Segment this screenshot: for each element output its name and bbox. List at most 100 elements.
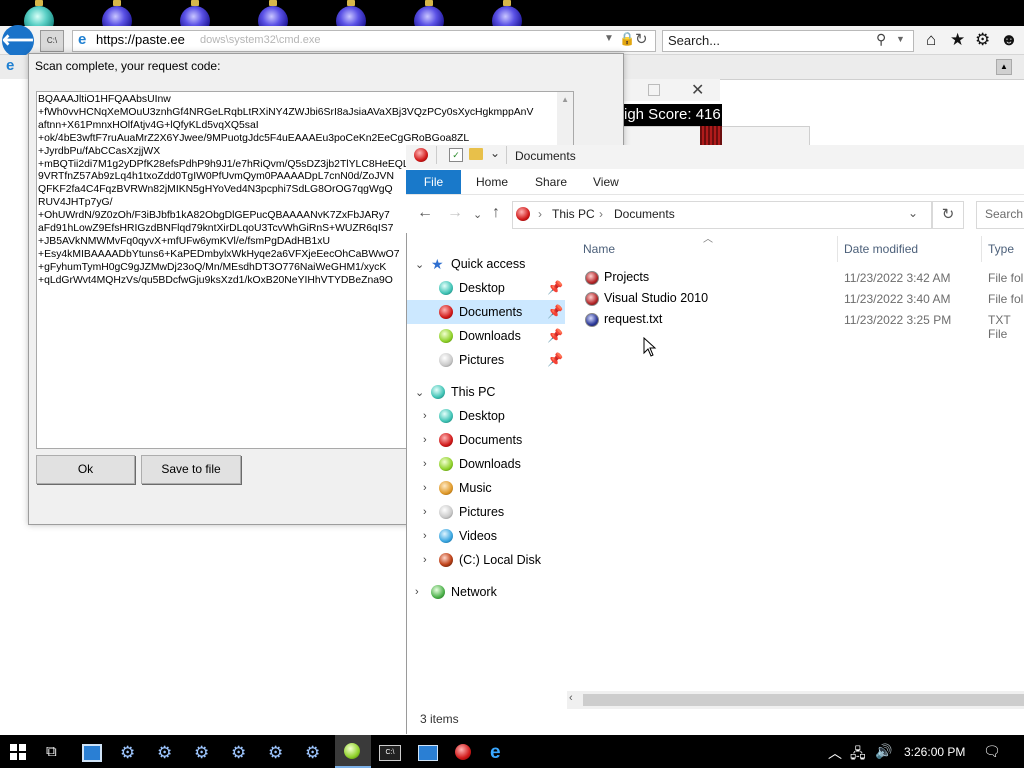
column-divider[interactable] — [837, 236, 838, 262]
taskbar-app-icon[interactable]: ⚙ — [194, 743, 218, 767]
desktop-icon — [439, 281, 453, 295]
taskbar-app-icon[interactable]: ⚙ — [231, 743, 255, 767]
column-header-date[interactable]: Date modified — [844, 242, 918, 256]
status-item-count: 3 items — [420, 712, 459, 726]
nav-pc-videos[interactable]: Videos — [459, 524, 497, 548]
forward-arrow-icon[interactable]: → — [447, 203, 463, 223]
nav-quick-documents[interactable]: Documents — [459, 300, 522, 324]
notifications-icon[interactable]: 🗨 — [983, 743, 1001, 760]
scroll-up-icon[interactable]: ▲ — [996, 59, 1012, 75]
music-icon — [439, 481, 453, 495]
breadcrumb-documents[interactable]: Documents — [614, 207, 675, 221]
file-name[interactable]: request.txt — [604, 312, 662, 326]
search-dropdown-icon[interactable]: ▼ — [896, 34, 905, 44]
pin-icon[interactable]: 📌 — [547, 352, 563, 368]
close-icon[interactable]: ✕ — [691, 80, 704, 100]
gear-icon[interactable]: ⚙ — [975, 30, 990, 50]
recent-locations-icon[interactable]: ⌄ — [473, 205, 482, 225]
taskbar-app-icon[interactable]: ⚙ — [268, 743, 292, 767]
expand-chevron-icon[interactable]: ⌄ — [415, 386, 424, 399]
ie-tab-icon[interactable]: e — [6, 58, 22, 74]
volume-icon[interactable]: 🔊 — [875, 743, 892, 760]
file-name[interactable]: Visual Studio 2010 — [604, 291, 708, 305]
nav-quick-access[interactable]: Quick access — [451, 252, 525, 276]
column-header-name[interactable]: Name — [583, 242, 615, 256]
nav-pc-music[interactable]: Music — [459, 476, 492, 500]
explorer-title: Documents — [515, 149, 576, 163]
nav-pc-documents[interactable]: Documents — [459, 428, 522, 452]
column-header-type[interactable]: Type — [988, 242, 1014, 256]
tab-view[interactable]: View — [593, 175, 619, 189]
scroll-left-icon[interactable]: ‹ — [569, 692, 573, 704]
favorites-star-icon[interactable]: ★ — [950, 30, 965, 50]
scrollbar-thumb[interactable] — [583, 694, 1024, 706]
search-icon[interactable]: ⚲ — [876, 31, 886, 48]
collapse-chevron-icon[interactable]: › — [423, 554, 427, 566]
task-view-icon[interactable]: ⧉ — [46, 743, 57, 760]
network-tray-icon[interactable]: 🖧 — [850, 743, 866, 767]
nav-pc-local-disk[interactable]: (C:) Local Disk — [459, 548, 541, 572]
cmd-app-icon[interactable]: C:\ — [379, 745, 401, 761]
ie-app-icon[interactable]: e — [490, 742, 501, 764]
taskbar-clock[interactable]: 3:26:00 PM — [904, 745, 965, 759]
feedback-icon[interactable]: ☻ — [1000, 30, 1018, 50]
up-arrow-icon[interactable]: ↑ — [492, 203, 500, 223]
taskbar-app-icon[interactable]: ⚙ — [157, 743, 181, 767]
column-divider[interactable] — [981, 236, 982, 262]
refresh-icon[interactable]: ↻ — [635, 30, 648, 48]
explorer-app-icon[interactable] — [455, 744, 471, 760]
save-to-file-button[interactable]: Save to file — [141, 455, 241, 484]
game-high-score: igh Score: 416 — [622, 104, 722, 126]
windows-start-icon[interactable] — [10, 744, 26, 760]
breadcrumb-separator-icon[interactable]: › — [538, 207, 542, 221]
explorer-search-placeholder: Search — [985, 207, 1024, 221]
customize-toolbar-icon[interactable]: ⌄ — [490, 146, 500, 160]
back-arrow-icon[interactable]: ← — [417, 203, 433, 223]
new-folder-icon[interactable] — [469, 148, 483, 160]
nav-this-pc[interactable]: This PC — [451, 380, 495, 404]
nav-quick-desktop[interactable]: Desktop — [459, 276, 505, 300]
nav-pc-desktop[interactable]: Desktop — [459, 404, 505, 428]
nav-pc-downloads[interactable]: Downloads — [459, 452, 521, 476]
nav-network[interactable]: Network — [451, 580, 497, 604]
address-dropdown-icon[interactable]: ⌄ — [908, 206, 918, 220]
taskbar-app-icon[interactable]: ⚙ — [120, 743, 144, 767]
maximize-icon[interactable] — [648, 84, 660, 96]
expand-chevron-icon[interactable]: ⌄ — [415, 258, 424, 271]
scroll-up-icon[interactable]: ▲ — [561, 95, 569, 104]
address-url[interactable]: https://paste.ee — [96, 32, 185, 47]
taskbar-app-icon[interactable]: ⚙ — [305, 743, 329, 767]
tab-home[interactable]: Home — [476, 175, 508, 189]
collapse-chevron-icon[interactable]: › — [423, 410, 427, 422]
breadcrumb-this-pc[interactable]: This PC — [552, 207, 595, 221]
show-hidden-icons-icon[interactable]: ︿ — [828, 743, 842, 763]
breadcrumb-separator-icon[interactable]: › — [599, 207, 603, 221]
dropdown-icon[interactable]: ▼ — [604, 33, 614, 44]
text-file-icon — [585, 313, 599, 327]
nav-quick-downloads[interactable]: Downloads — [459, 324, 521, 348]
pin-icon[interactable]: 📌 — [547, 304, 563, 320]
nav-quick-pictures[interactable]: Pictures — [459, 348, 504, 372]
taskbar-app-icon[interactable] — [82, 744, 102, 762]
tab-file[interactable]: File — [406, 170, 461, 194]
collapse-chevron-icon[interactable]: › — [423, 458, 427, 470]
ok-button[interactable]: Ok — [36, 455, 135, 484]
collapse-chevron-icon[interactable]: › — [423, 530, 427, 542]
lock-icon[interactable]: 🔒 — [619, 31, 635, 47]
collapse-chevron-icon[interactable]: › — [423, 506, 427, 518]
game-app-icon[interactable] — [344, 743, 360, 759]
window-app-icon[interactable] — [418, 745, 438, 761]
file-date: 11/23/2022 3:40 AM — [844, 292, 951, 306]
pin-icon[interactable]: 📌 — [547, 280, 563, 296]
collapse-chevron-icon[interactable]: › — [423, 482, 427, 494]
nav-pc-pictures[interactable]: Pictures — [459, 500, 504, 524]
refresh-button[interactable]: ↻ — [932, 201, 964, 229]
home-icon[interactable]: ⌂ — [926, 30, 936, 50]
collapse-chevron-icon[interactable]: › — [415, 586, 419, 598]
properties-icon[interactable]: ✓ — [449, 148, 463, 162]
pin-icon[interactable]: 📌 — [547, 328, 563, 344]
tab-share[interactable]: Share — [535, 175, 567, 189]
title-divider — [436, 146, 437, 164]
collapse-chevron-icon[interactable]: › — [423, 434, 427, 446]
file-name[interactable]: Projects — [604, 270, 649, 284]
